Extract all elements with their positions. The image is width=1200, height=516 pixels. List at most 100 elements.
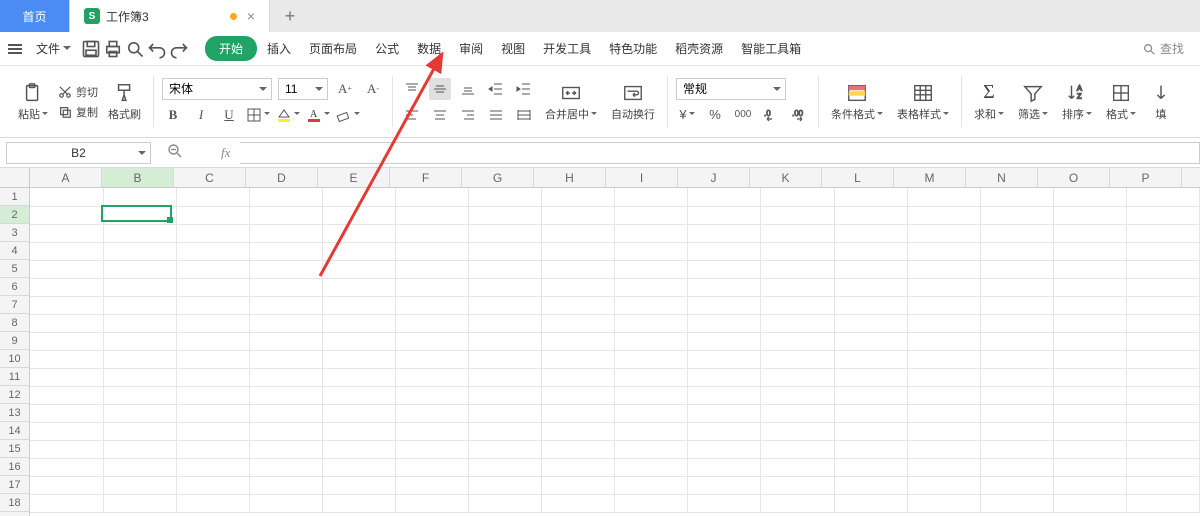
save-icon[interactable]	[81, 39, 101, 59]
cell[interactable]	[688, 494, 761, 512]
cell[interactable]	[30, 440, 103, 458]
cell[interactable]	[30, 260, 103, 278]
cell[interactable]	[1053, 440, 1126, 458]
cell[interactable]	[30, 386, 103, 404]
cell[interactable]	[615, 278, 688, 296]
cell[interactable]	[615, 206, 688, 224]
cell[interactable]	[542, 440, 615, 458]
cell[interactable]	[30, 458, 103, 476]
align-bottom-icon[interactable]	[457, 78, 479, 100]
cell[interactable]	[761, 260, 834, 278]
cell[interactable]	[469, 278, 542, 296]
cell[interactable]	[834, 476, 907, 494]
align-justify-icon[interactable]	[485, 104, 507, 126]
cell[interactable]	[469, 368, 542, 386]
row-header[interactable]: 14	[0, 422, 29, 440]
cell[interactable]	[395, 242, 468, 260]
cell[interactable]	[176, 386, 249, 404]
cell[interactable]	[834, 224, 907, 242]
cell[interactable]	[542, 494, 615, 512]
cell[interactable]	[322, 422, 395, 440]
cell[interactable]	[615, 260, 688, 278]
cell[interactable]	[322, 242, 395, 260]
cell[interactable]	[322, 314, 395, 332]
cell[interactable]	[1126, 368, 1199, 386]
cell[interactable]	[834, 332, 907, 350]
cell[interactable]	[1053, 458, 1126, 476]
cell[interactable]	[395, 260, 468, 278]
cell[interactable]	[542, 296, 615, 314]
column-header[interactable]: J	[678, 168, 750, 187]
menu-tab-page-layout[interactable]: 页面布局	[301, 36, 365, 61]
cell[interactable]	[249, 260, 322, 278]
font-name-combo[interactable]	[162, 78, 272, 100]
cell[interactable]	[30, 242, 103, 260]
cell[interactable]	[1053, 386, 1126, 404]
cell[interactable]	[395, 296, 468, 314]
percent-icon[interactable]: %	[704, 104, 726, 126]
column-header[interactable]: E	[318, 168, 390, 187]
cell[interactable]	[761, 278, 834, 296]
cell[interactable]	[30, 476, 103, 494]
cell[interactable]	[322, 332, 395, 350]
cell[interactable]	[834, 386, 907, 404]
cell[interactable]	[249, 458, 322, 476]
wrap-text-button[interactable]: 自动换行	[607, 80, 659, 124]
cell[interactable]	[469, 188, 542, 206]
cell[interactable]	[980, 296, 1053, 314]
row-header[interactable]: 12	[0, 386, 29, 404]
cell[interactable]	[1126, 296, 1199, 314]
cell[interactable]	[1053, 368, 1126, 386]
align-distributed-icon[interactable]	[513, 104, 535, 126]
cell[interactable]	[395, 368, 468, 386]
cell[interactable]	[103, 278, 176, 296]
paste-button[interactable]: 粘贴	[14, 80, 52, 124]
row-header[interactable]: 11	[0, 368, 29, 386]
cell[interactable]	[615, 440, 688, 458]
cell[interactable]	[1053, 224, 1126, 242]
cell[interactable]	[542, 224, 615, 242]
row-header[interactable]: 3	[0, 224, 29, 242]
undo-icon[interactable]	[147, 39, 167, 59]
cell[interactable]	[395, 278, 468, 296]
cell[interactable]	[542, 242, 615, 260]
row-header[interactable]: 17	[0, 476, 29, 494]
cell[interactable]	[834, 314, 907, 332]
decrease-decimal-icon[interactable]: .0	[760, 104, 782, 126]
cell[interactable]	[688, 224, 761, 242]
column-header[interactable]: H	[534, 168, 606, 187]
cell[interactable]	[907, 206, 980, 224]
row-header[interactable]: 4	[0, 242, 29, 260]
menu-tab-review[interactable]: 审阅	[451, 36, 491, 61]
cell[interactable]	[980, 350, 1053, 368]
menu-tab-insert[interactable]: 插入	[259, 36, 299, 61]
cell[interactable]	[103, 188, 176, 206]
cell[interactable]	[469, 386, 542, 404]
cell[interactable]	[615, 296, 688, 314]
cell[interactable]	[469, 494, 542, 512]
cell[interactable]	[30, 278, 103, 296]
cell[interactable]	[30, 188, 103, 206]
cell[interactable]	[322, 260, 395, 278]
cell[interactable]	[322, 386, 395, 404]
cell[interactable]	[1053, 260, 1126, 278]
cell[interactable]	[542, 278, 615, 296]
cell[interactable]	[322, 440, 395, 458]
cell[interactable]	[615, 476, 688, 494]
cell[interactable]	[761, 224, 834, 242]
cell[interactable]	[761, 242, 834, 260]
cell[interactable]	[322, 278, 395, 296]
cell[interactable]	[1053, 278, 1126, 296]
cell[interactable]	[834, 368, 907, 386]
menu-tab-special[interactable]: 特色功能	[601, 36, 665, 61]
cell[interactable]	[249, 476, 322, 494]
cut-button[interactable]: 剪切	[58, 84, 98, 100]
cell[interactable]	[1126, 314, 1199, 332]
row-header[interactable]: 1	[0, 188, 29, 206]
cell[interactable]	[980, 314, 1053, 332]
merge-center-button[interactable]: 合并居中	[541, 80, 601, 124]
cell[interactable]	[761, 332, 834, 350]
cell[interactable]	[395, 494, 468, 512]
cell[interactable]	[615, 314, 688, 332]
align-top-icon[interactable]	[401, 78, 423, 100]
